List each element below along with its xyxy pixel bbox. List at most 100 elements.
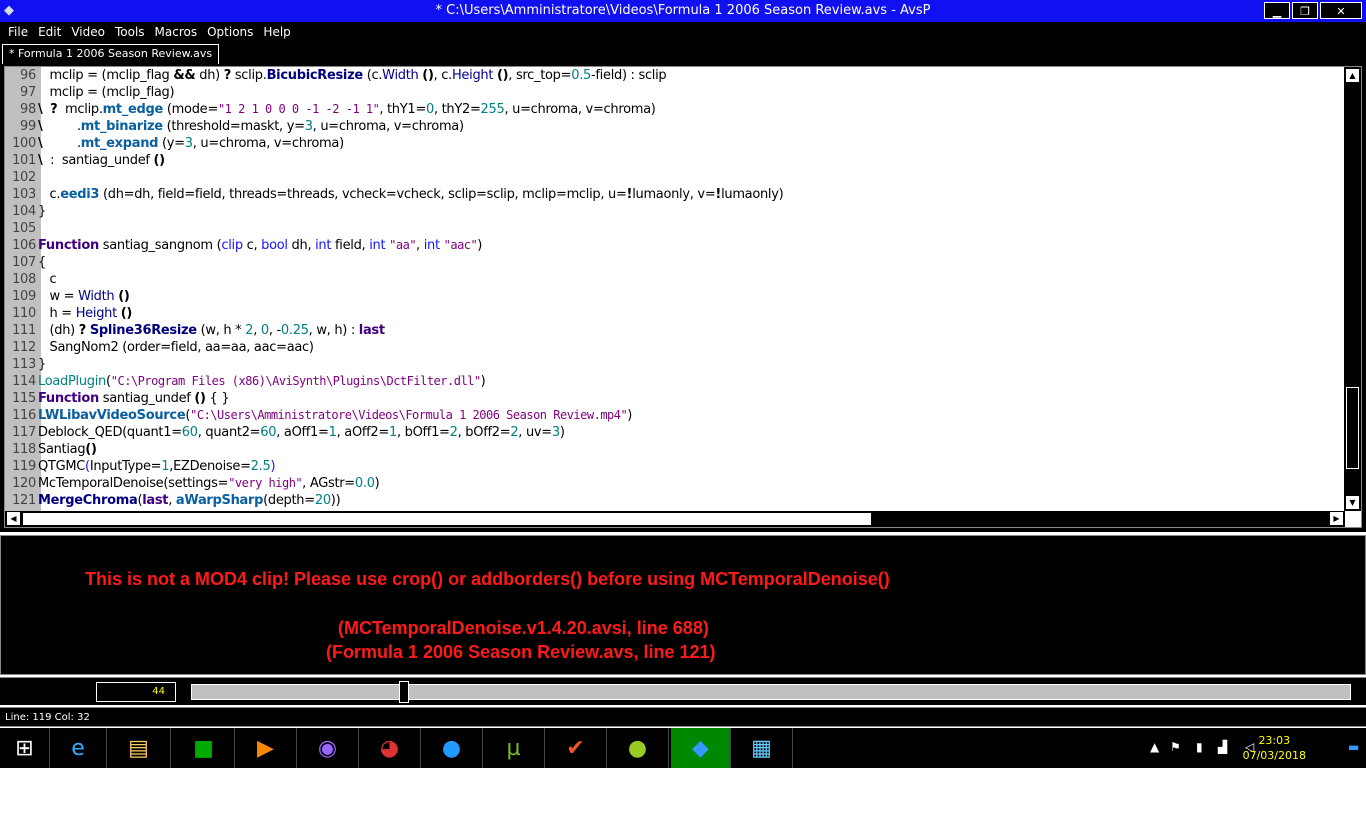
horizontal-scroll-thumb[interactable] [23, 513, 871, 525]
code-token: last [358, 323, 385, 338]
network-signal-icon[interactable]: ▟ [1218, 740, 1227, 754]
code-token: 0.25 [280, 323, 309, 338]
scroll-up-arrow-icon[interactable]: ▲ [1345, 68, 1360, 83]
menu-macros[interactable]: Macros [151, 22, 204, 42]
menu-video[interactable]: Video [67, 22, 111, 42]
code-line[interactable]: 120 McTemporalDenoise(settings="very high… [5, 475, 1345, 492]
code-line[interactable]: 96 mclip = (mclip_flag && dh) ? sclip.Bi… [5, 67, 1345, 84]
code-line[interactable]: 116 LWLibavVideoSource("C:\Users\Amminist… [5, 407, 1345, 424]
code-token: dh, [287, 238, 316, 253]
code-line[interactable]: 106 Function santiag_sangnom (clip c, boo… [5, 237, 1345, 254]
code-line[interactable]: 102 [5, 169, 1345, 186]
menu-help[interactable]: Help [259, 22, 296, 42]
code-token: Height [75, 306, 117, 321]
code-token: (mode= [163, 102, 218, 117]
menu-file[interactable]: File [4, 22, 34, 42]
code-line[interactable]: 108 c [5, 271, 1345, 288]
file-explorer-icon[interactable]: ▤ [107, 728, 171, 768]
scroll-left-arrow-icon[interactable]: ◀ [6, 511, 21, 526]
scroll-down-arrow-icon[interactable]: ▼ [1345, 495, 1360, 510]
menu-edit[interactable]: Edit [34, 22, 67, 42]
battery-icon[interactable]: ▮ [1196, 740, 1203, 754]
tray-expand-icon[interactable]: ▲ [1150, 740, 1159, 754]
store-icon[interactable]: ■ [173, 728, 235, 768]
maximize-button[interactable]: ❐ [1292, 2, 1318, 19]
code-token: "C:\Program Files (x86)\AviSynth\Plugins… [110, 374, 481, 388]
code-line[interactable]: 105 [5, 220, 1345, 237]
code-line[interactable]: 112 SangNom2 (order=field, aa=aa, aac=aa… [5, 339, 1345, 356]
video-player-icon[interactable]: ◉ [297, 728, 359, 768]
menu-tools[interactable]: Tools [111, 22, 151, 42]
code-token: Height [451, 68, 494, 83]
code-token: "aa" [389, 238, 417, 252]
close-button[interactable]: ✕ [1320, 2, 1362, 19]
menu-bar: File Edit Video Tools Macros Options Hel… [0, 22, 1366, 42]
show-desktop-icon[interactable]: ▬ [1348, 740, 1359, 754]
title-bar: ◆ * C:\Users\Amministratore\Videos\Formu… [0, 0, 1366, 22]
vertical-scroll-thumb[interactable] [1346, 387, 1359, 469]
menu-options[interactable]: Options [203, 22, 259, 42]
code-line[interactable]: 109 w = Width () [5, 288, 1345, 305]
code-line[interactable]: 118 Santiag() [5, 441, 1345, 458]
scroll-right-arrow-icon[interactable]: ▶ [1329, 511, 1344, 526]
code-token: SangNom2 (order=field, aa=aa, aac=aac) [38, 340, 314, 355]
app-blue-icon[interactable]: ● [421, 728, 483, 768]
code-line[interactable]: 103 c.eedi3 (dh=dh, field=field, threads… [5, 186, 1345, 203]
code-line[interactable]: 100 \ .mt_expand (y=3, u=chroma, v=chroma… [5, 135, 1345, 152]
code-line[interactable]: 114 LoadPlugin("C:\Program Files (x86)\Av… [5, 373, 1345, 390]
code-token: , aOff2= [336, 425, 390, 440]
flag-icon[interactable]: ⚑ [1170, 740, 1181, 754]
line-number: 101 [12, 153, 36, 168]
horizontal-scrollbar[interactable]: ◀ ▶ [5, 511, 1345, 527]
code-area[interactable]: 96 mclip = (mclip_flag && dh) ? sclip.Bi… [5, 67, 1345, 511]
code-token: "very high" [228, 476, 303, 490]
code-token: 0.0 [354, 476, 375, 491]
code-token: int [369, 238, 386, 253]
code-token: ) [480, 374, 486, 389]
code-line[interactable]: 101 \ : santiag_undef () [5, 152, 1345, 169]
code-line[interactable]: 98 \ ? mclip.mt_edge (mode="1 2 1 0 0 0 -… [5, 101, 1345, 118]
error-location-avsi: (MCTemporalDenoise.v1.4.20.avsi, line 68… [338, 618, 709, 638]
code-line[interactable]: 104} [5, 203, 1345, 220]
code-line[interactable]: 111 (dh) ? Spline36Resize (w, h * 2, 0, … [5, 322, 1345, 339]
windows-start-icon[interactable]: ⊞ [0, 728, 50, 768]
video-slider[interactable] [191, 681, 1351, 703]
code-token: mclip = (mclip_flag) [38, 85, 175, 100]
code-token: 1 [389, 425, 397, 440]
code-line[interactable]: 99 \ .mt_binarize (threshold=maskt, y=3, … [5, 118, 1345, 135]
code-line[interactable]: 110 h = Height () [5, 305, 1345, 322]
minimize-button[interactable]: ▁ [1264, 2, 1290, 19]
code-token: } [38, 357, 46, 372]
code-token: { [38, 255, 46, 270]
code-token: ) [627, 408, 633, 423]
code-line[interactable]: 115 Function santiag_undef () { } [5, 390, 1345, 407]
calculator-icon[interactable]: ▦ [731, 728, 793, 768]
code-token: "1 2 1 0 0 0 -1 -2 -1 1" [217, 102, 380, 116]
chrome-icon[interactable]: ◕ [359, 728, 421, 768]
code-line[interactable]: 117 Deblock_QED(quant1=60, quant2=60, aOf… [5, 424, 1345, 441]
slider-handle[interactable] [399, 681, 409, 703]
frame-number-input[interactable]: 44 [96, 682, 176, 702]
vertical-scrollbar[interactable]: ▲ ▼ [1344, 67, 1361, 511]
clock[interactable]: 23:03 07/03/2018 [1243, 733, 1306, 763]
code-line[interactable]: 121 MergeChroma(last, aWarpSharp(depth=20… [5, 492, 1345, 509]
code-line[interactable]: 113} [5, 356, 1345, 373]
code-token: mt_edge [102, 102, 164, 117]
tab-script[interactable]: * Formula 1 2006 Season Review.avs [2, 44, 220, 64]
line-number: 102 [12, 170, 36, 185]
code-line[interactable]: 119 QTGMC(InputType=1,EZDenoise=2.5) [5, 458, 1345, 475]
code-token: (threshold=maskt, y= [162, 119, 305, 134]
avsp-taskbar-icon[interactable]: ◆ [671, 728, 731, 768]
line-number: 112 [12, 340, 36, 355]
checkmark-app-icon[interactable]: ✔ [545, 728, 607, 768]
code-token: LWLibavVideoSource [38, 408, 186, 423]
code-line[interactable]: 97 mclip = (mclip_flag) [5, 84, 1345, 101]
cloud-app-icon[interactable]: ● [607, 728, 669, 768]
code-token: Function [38, 391, 99, 406]
utorrent-icon[interactable]: µ [483, 728, 545, 768]
internet-explorer-icon[interactable]: e [50, 728, 107, 768]
code-token: MergeChroma [38, 493, 138, 508]
code-line[interactable]: 107{ [5, 254, 1345, 271]
code-token: , [416, 238, 424, 253]
media-player-icon[interactable]: ▶ [235, 728, 297, 768]
